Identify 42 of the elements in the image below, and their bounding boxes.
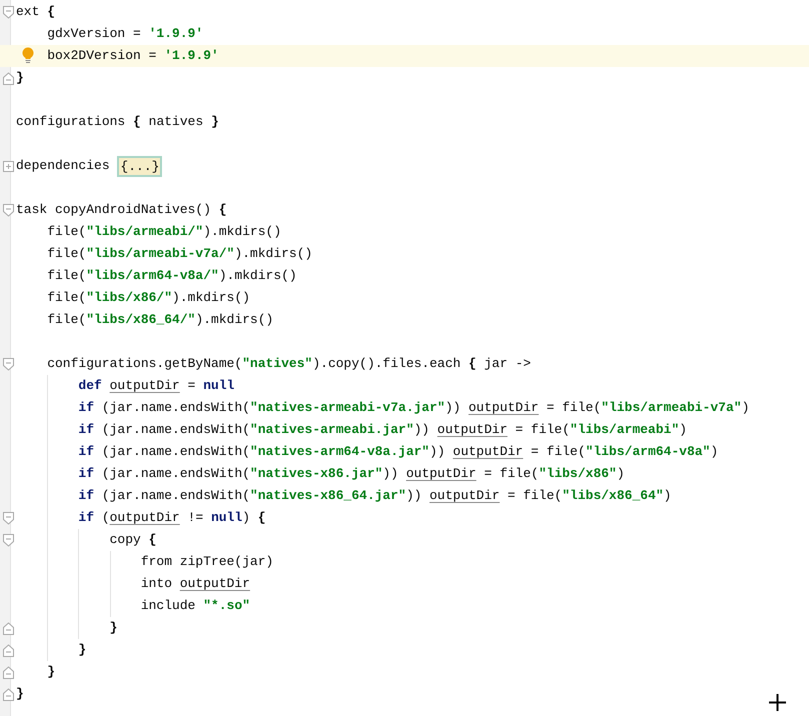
code-line: file("libs/x86/").mkdirs() bbox=[47, 289, 250, 308]
collapse-icon[interactable] bbox=[3, 6, 14, 18]
collapse-icon[interactable] bbox=[3, 358, 14, 370]
lightbulb-icon[interactable] bbox=[22, 47, 34, 64]
code-line: } bbox=[78, 641, 86, 660]
code-line: def outputDir = null bbox=[78, 377, 234, 396]
folded-code-block[interactable]: {...} bbox=[117, 156, 162, 176]
collapse-icon[interactable] bbox=[3, 72, 14, 84]
code-line: if (outputDir != null) { bbox=[78, 509, 266, 528]
collapse-icon[interactable] bbox=[3, 512, 14, 524]
collapse-icon[interactable] bbox=[3, 666, 14, 678]
code-line: from zipTree(jar) bbox=[140, 553, 274, 572]
code-line: ext { bbox=[16, 3, 56, 22]
code-line: box2DVersion = '1.9.9' bbox=[47, 47, 219, 66]
code-line: if (jar.name.endsWith("natives-x86_64.jar")) outputDir = file("libs/x86_64") bbox=[78, 487, 672, 506]
collapse-icon[interactable] bbox=[3, 622, 14, 634]
code-line: dependencies bbox=[16, 157, 111, 176]
code-line: if (jar.name.endsWith("natives-armeabi-v7a.jar")) outputDir = file("libs/armeabi-v7a") bbox=[78, 399, 750, 418]
code-line: task copyAndroidNatives() { bbox=[16, 201, 227, 220]
code-line: if (jar.name.endsWith("natives-x86.jar")) outputDir = file("libs/x86") bbox=[78, 465, 625, 484]
crosshair-cursor-icon bbox=[769, 694, 786, 711]
code-line: file("libs/armeabi/").mkdirs() bbox=[47, 223, 282, 242]
code-line: copy { bbox=[110, 531, 156, 550]
code-line: configurations { natives } bbox=[16, 113, 219, 132]
code-line: gdxVersion = '1.9.9' bbox=[47, 25, 204, 44]
collapse-icon[interactable] bbox=[3, 204, 14, 216]
code-line: include "*.so" bbox=[140, 597, 250, 616]
code-line: file("libs/x86_64/").mkdirs() bbox=[47, 311, 274, 330]
code-line: into outputDir bbox=[140, 575, 250, 594]
code-line: if (jar.name.endsWith("natives-arm64-v8a.jar")) outputDir = file("libs/arm64-v8a") bbox=[78, 443, 718, 462]
code-line: file("libs/arm64-v8a/").mkdirs() bbox=[47, 267, 297, 286]
code-line: } bbox=[47, 663, 56, 682]
code-line: file("libs/armeabi-v7a/").mkdirs() bbox=[47, 245, 312, 264]
collapse-icon[interactable] bbox=[3, 644, 14, 656]
collapse-icon[interactable] bbox=[3, 534, 14, 546]
code-line: } bbox=[16, 685, 24, 704]
code-line: configurations.getByName("natives").copy().files.each { jar -> bbox=[47, 355, 531, 374]
code-line: } bbox=[110, 619, 118, 638]
collapse-icon[interactable] bbox=[3, 688, 14, 700]
code-line: if (jar.name.endsWith("natives-armeabi.jar")) outputDir = file("libs/armeabi") bbox=[78, 421, 687, 440]
expand-icon[interactable] bbox=[3, 160, 14, 172]
code-line: } bbox=[16, 69, 24, 88]
